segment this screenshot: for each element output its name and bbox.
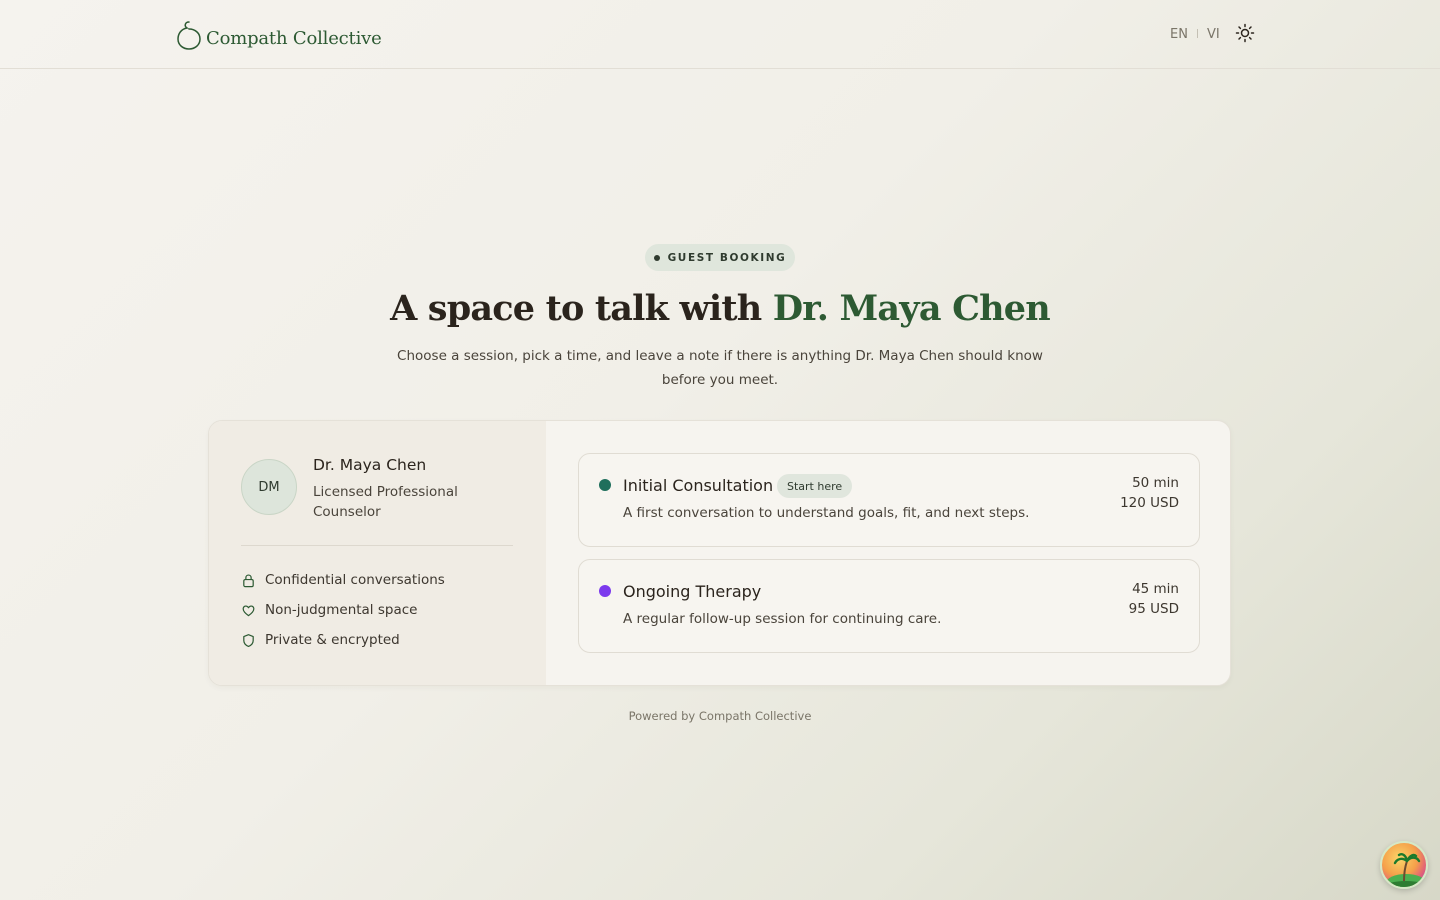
session-title: Ongoing Therapy [623,582,762,601]
session-price: 120 USD [1120,495,1179,511]
counselor-name: Dr. Maya Chen [313,456,427,474]
session-duration: 50 min [1132,475,1179,491]
badge-dot [653,254,660,261]
badge-label: GUEST BOOKING [667,251,787,264]
feature-item: Confidential conversations [241,570,445,590]
lang-separator: | [1195,29,1199,39]
session-description: A first conversation to understand goals… [623,505,1030,521]
feature-label: Private & encrypted [265,632,400,648]
brand-name: Compath Collective [206,28,382,49]
session-description: A regular follow-up session for continui… [623,611,942,627]
session-option-initial-consultation[interactable]: Initial Consultation Start here A first … [578,453,1200,547]
sun-icon[interactable] [1235,23,1255,43]
session-option-ongoing-therapy[interactable]: Ongoing Therapy A regular follow-up sess… [578,559,1200,653]
session-price: 95 USD [1128,601,1179,617]
title-prefix: A space to talk with [390,288,773,329]
floating-assistant-button[interactable] [1380,841,1428,889]
lock-icon [243,574,254,587]
counselor-panel: DM Dr. Maya Chen Licensed Professional C… [209,421,546,685]
shield-icon [243,633,254,647]
feature-item: Private & encrypted [241,630,400,650]
brand-logo-icon [177,21,201,50]
guest-booking-badge: GUEST BOOKING [645,244,795,271]
page-subtitle: Choose a session, pick a time, and leave… [397,348,1043,388]
powered-by-footer: Powered by Compath Collective [628,709,812,723]
heart-icon [242,604,255,616]
booking-card: DM Dr. Maya Chen Licensed Professional C… [208,420,1231,686]
session-duration: 45 min [1132,581,1179,597]
page-title: A space to talk with Dr. Maya Chen [0,286,1440,332]
avatar-initials: DM [258,479,280,495]
language-switcher: EN | VI [1170,24,1220,44]
feature-item: Non-judgmental space [241,600,417,620]
feature-label: Confidential conversations [265,572,445,588]
session-color-dot [599,479,611,491]
divider [241,545,513,546]
lang-vi-button[interactable]: VI [1207,27,1220,42]
session-title: Initial Consultation [623,476,774,495]
avatar: DM [241,459,297,515]
feature-label: Non-judgmental space [265,602,418,618]
top-header: Compath Collective EN | VI [0,0,1440,69]
start-here-badge: Start here [777,474,853,498]
lang-en-button[interactable]: EN [1170,27,1188,42]
brand-link[interactable]: Compath Collective [176,17,382,51]
session-color-dot [599,585,611,597]
palm-island-icon [1384,853,1426,887]
title-highlight: Dr. Maya Chen [772,288,1051,329]
counselor-role: Licensed Professional Counselor [313,484,458,520]
